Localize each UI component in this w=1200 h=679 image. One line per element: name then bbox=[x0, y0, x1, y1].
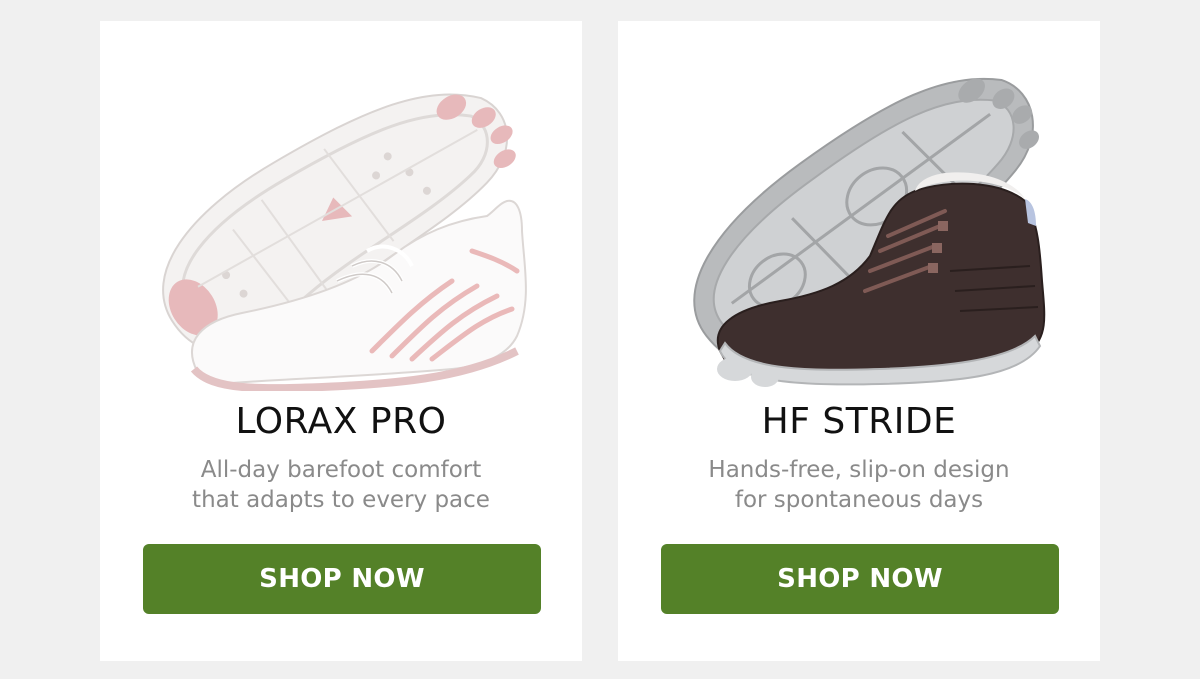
product-description: Hands-free, slip-on design for spontaneo… bbox=[658, 455, 1060, 515]
description-line: Hands-free, slip-on design bbox=[708, 457, 1010, 483]
lorax-pro-shoe-image[interactable] bbox=[122, 51, 560, 391]
product-title[interactable]: HF STRIDE bbox=[618, 399, 1100, 445]
description-line: for spontaneous days bbox=[734, 487, 984, 513]
description-line: that adapts to every pace bbox=[192, 487, 490, 513]
shop-now-button-lorax-pro[interactable]: SHOP NOW bbox=[143, 544, 541, 614]
description-line: All-day barefoot comfort bbox=[200, 457, 482, 483]
product-title[interactable]: LORAX PRO bbox=[100, 399, 582, 445]
product-description: All-day barefoot comfort that adapts to … bbox=[140, 455, 542, 515]
product-card-lorax-pro: LORAX PRO All-day barefoot comfort that … bbox=[100, 21, 582, 661]
hf-stride-boot-image[interactable] bbox=[640, 51, 1078, 391]
product-card-hf-stride: HF STRIDE Hands-free, slip-on design for… bbox=[618, 21, 1100, 661]
shop-now-button-hf-stride[interactable]: SHOP NOW bbox=[661, 544, 1059, 614]
